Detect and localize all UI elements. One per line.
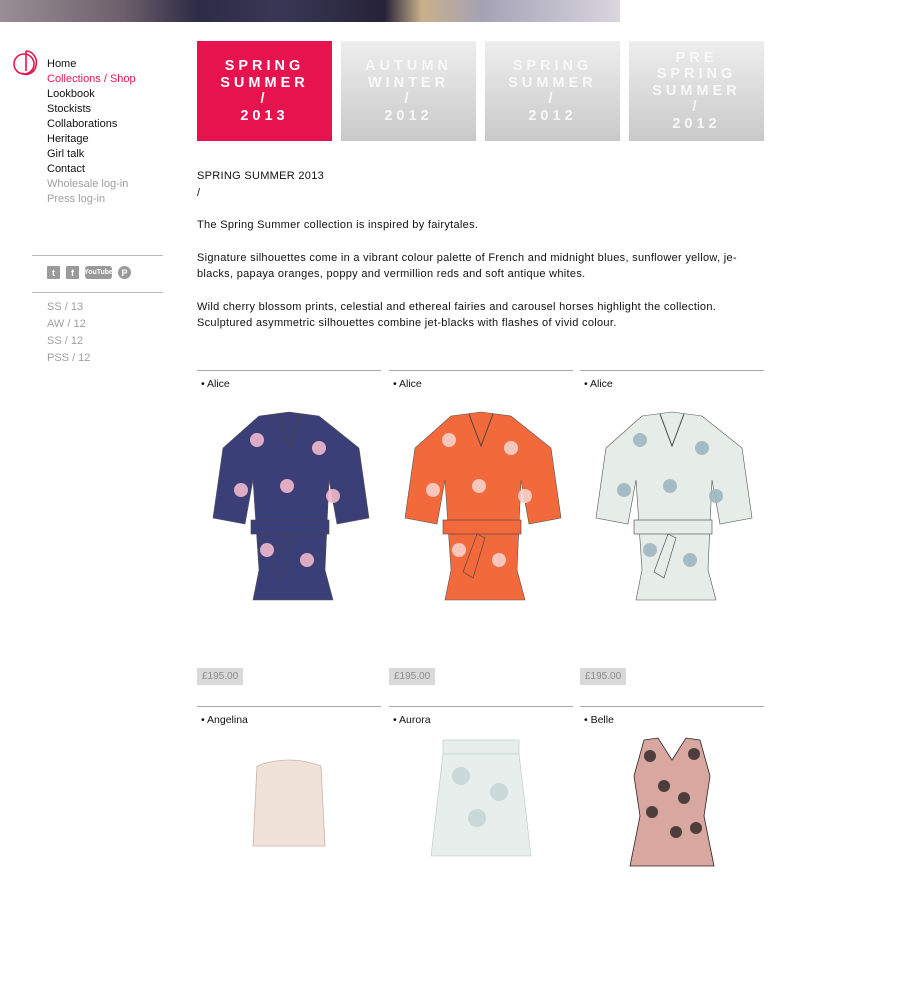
product-card[interactable]: • Alice £195.00 (580, 370, 764, 685)
product-image[interactable] (197, 400, 381, 650)
social-links: t f YouTube P (47, 266, 131, 279)
product-name[interactable]: • Belle (580, 714, 764, 728)
tile-pre-spring-summer-2012[interactable]: PRE SPRING SUMMER / 2012 (629, 41, 764, 141)
product-price: £195.00 (389, 668, 436, 685)
product-image[interactable] (389, 400, 573, 650)
product-card[interactable]: • Angelina (197, 706, 381, 847)
product-price: £195.00 (197, 668, 244, 685)
sidebar-divider (32, 292, 163, 293)
product-card[interactable]: • Belle (580, 706, 764, 867)
hero-banner-image (0, 0, 620, 22)
sidebar-divider (32, 255, 163, 256)
product-image[interactable] (580, 736, 764, 986)
nav-item-collaborations[interactable]: Collaborations (47, 117, 136, 132)
twitter-icon[interactable]: t (47, 266, 60, 279)
product-name[interactable]: • Alice (580, 378, 764, 392)
season-link-pss12[interactable]: PSS / 12 (47, 350, 90, 367)
collection-heading: SPRING SUMMER 2013 (197, 170, 325, 182)
tile-spring-summer-2013[interactable]: SPRING SUMMER / 2013 (197, 41, 332, 141)
heading-slash: / (197, 186, 201, 199)
nav-item-collections-shop[interactable]: Collections / Shop (47, 72, 136, 87)
season-links: SS / 13 AW / 12 SS / 12 PSS / 12 (47, 299, 90, 367)
product-price: £195.00 (580, 668, 627, 685)
product-name[interactable]: • Alice (197, 378, 381, 392)
intro-paragraph: Signature silhouettes come in a vibrant … (197, 251, 737, 281)
intro-paragraph: The Spring Summer collection is inspired… (197, 219, 479, 231)
youtube-icon[interactable]: YouTube (84, 266, 113, 279)
product-image[interactable] (197, 736, 381, 986)
season-link-ss13[interactable]: SS / 13 (47, 299, 90, 316)
nav-item-wholesale-login[interactable]: Wholesale log-in (47, 177, 136, 192)
intro-paragraph: Wild cherry blossom prints, celestial an… (197, 300, 717, 330)
facebook-icon[interactable]: f (66, 266, 79, 279)
nav-item-home[interactable]: Home (47, 57, 136, 72)
product-image[interactable] (389, 736, 573, 986)
product-name[interactable]: • Aurora (389, 714, 573, 728)
tile-autumn-winter-2012[interactable]: AUTUMN WINTER / 2012 (341, 41, 476, 141)
product-card[interactable]: • Alice £195.00 (389, 370, 573, 685)
product-image[interactable] (580, 400, 764, 650)
season-link-aw12[interactable]: AW / 12 (47, 316, 90, 333)
nav-item-contact[interactable]: Contact (47, 162, 136, 177)
tile-spring-summer-2012[interactable]: SPRING SUMMER / 2012 (485, 41, 620, 141)
product-name[interactable]: • Alice (389, 378, 573, 392)
brand-logo-icon[interactable] (12, 47, 40, 77)
product-name[interactable]: • Angelina (197, 714, 381, 728)
pinterest-icon[interactable]: P (118, 266, 131, 279)
product-card[interactable]: • Aurora (389, 706, 573, 857)
nav-item-heritage[interactable]: Heritage (47, 132, 136, 147)
main-nav: Home Collections / Shop Lookbook Stockis… (47, 57, 136, 207)
collection-intro: SPRING SUMMER 2013 / The Spring Summer c… (197, 168, 763, 332)
nav-item-press-login[interactable]: Press log-in (47, 192, 136, 207)
nav-item-lookbook[interactable]: Lookbook (47, 87, 136, 102)
nav-item-stockists[interactable]: Stockists (47, 102, 136, 117)
nav-item-girl-talk[interactable]: Girl talk (47, 147, 136, 162)
season-link-ss12[interactable]: SS / 12 (47, 333, 90, 350)
product-card[interactable]: • Alice £195.00 (197, 370, 381, 685)
